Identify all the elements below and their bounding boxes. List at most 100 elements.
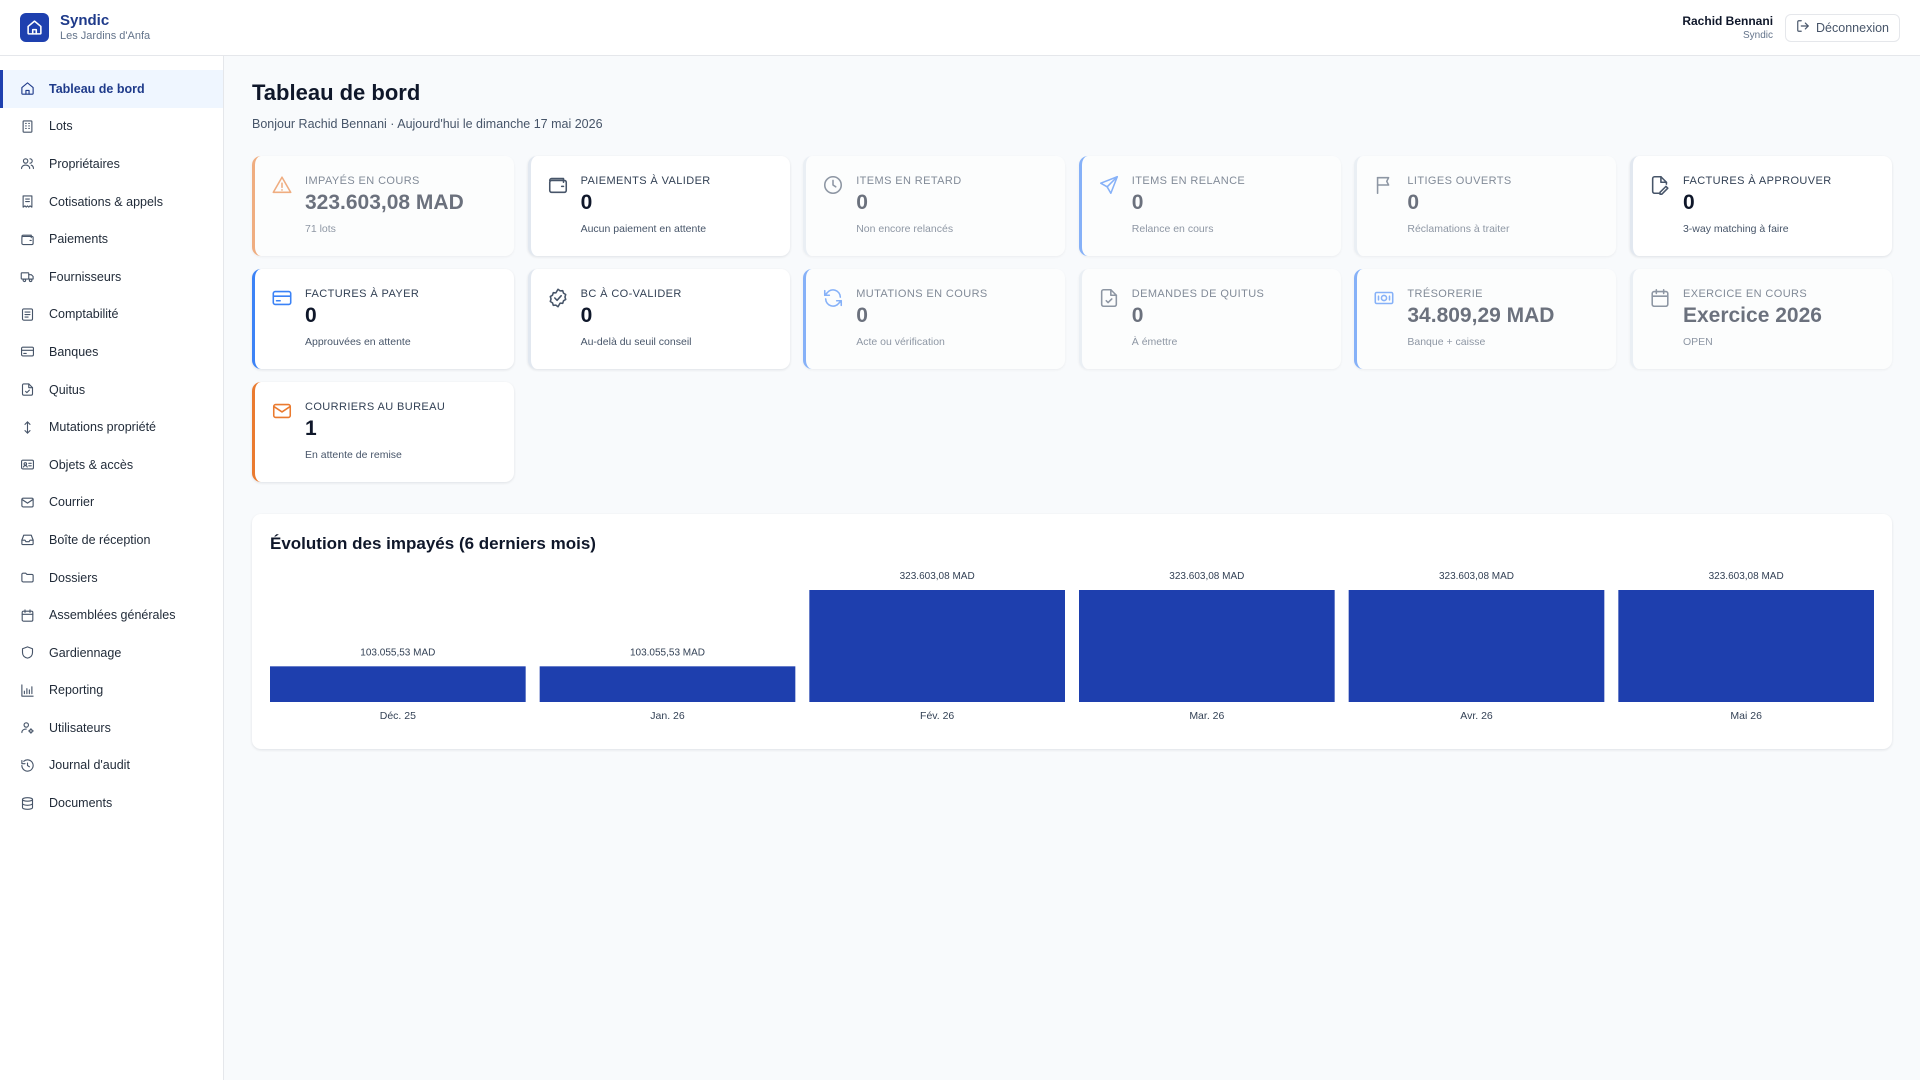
- kpi-card[interactable]: Demandes de quitus 0 À émettre: [1078, 269, 1341, 369]
- calendar-icon: [20, 608, 35, 623]
- logout-button[interactable]: Déconnexion: [1785, 13, 1900, 42]
- kpi-card-label: Courriers au bureau: [305, 401, 446, 413]
- kpi-card-hint: OPEN: [1682, 336, 1713, 348]
- receipt-icon: [20, 194, 35, 209]
- brand-subtitle: Les Jardins d'Anfa: [60, 30, 151, 42]
- kpi-card-value: 0: [856, 304, 868, 327]
- chart-category-label: Mai 26: [1730, 710, 1762, 722]
- sidebar-item-reporting[interactable]: Reporting: [0, 672, 223, 710]
- kpi-card-label: Items en relance: [1131, 175, 1246, 187]
- kpi-card-value: 0: [1682, 191, 1695, 214]
- chart-bar[interactable]: [1079, 590, 1335, 702]
- sidebar-item-mutations-propriete[interactable]: Mutations propriété: [0, 408, 223, 446]
- kpi-card[interactable]: Items en relance 0 Relance en cours: [1078, 156, 1341, 256]
- sidebar-item-lots[interactable]: Lots: [0, 108, 223, 146]
- folder-icon: [20, 570, 35, 585]
- sidebar-item-label: Quitus: [49, 382, 86, 397]
- kpi-card[interactable]: Litiges ouverts 0 Réclamations à traiter: [1354, 156, 1617, 256]
- mail-icon: [271, 400, 293, 422]
- file-check-icon: [20, 382, 35, 397]
- sidebar-item-proprietaires[interactable]: Propriétaires: [0, 145, 223, 183]
- kpi-card-label: Factures à approuver: [1682, 175, 1832, 187]
- kpi-card-hint: Acte ou vérification: [856, 336, 945, 348]
- sidebar-item-paiements[interactable]: Paiements: [0, 220, 223, 258]
- sidebar-item-tableau-de-bord[interactable]: Tableau de bord: [0, 70, 223, 108]
- sidebar-item-gardiennage[interactable]: Gardiennage: [0, 634, 223, 672]
- chart-value-label: 323.603,08 MAD: [1709, 571, 1784, 582]
- sidebar-item-banques[interactable]: Banques: [0, 333, 223, 371]
- kpi-card[interactable]: Factures à approuver 0 3-way matching à fa…: [1629, 156, 1892, 256]
- chart-bar[interactable]: [270, 666, 526, 702]
- sidebar-item-dossiers[interactable]: Dossiers: [0, 559, 223, 597]
- sidebar-item-label: Dossiers: [49, 570, 98, 585]
- chart-bar[interactable]: [539, 666, 796, 702]
- kpi-card-label: Demandes de quitus: [1131, 288, 1265, 300]
- sidebar-item-utilisateurs[interactable]: Utilisateurs: [0, 709, 223, 747]
- kpi-card-hint: 71 lots: [305, 223, 336, 235]
- shield-icon: [20, 645, 35, 660]
- kpi-card-label: BC à co-valider: [580, 288, 682, 300]
- sidebar-item-label: Lots: [49, 119, 73, 134]
- unpaid-chart-panel: Évolution des impayés (6 derniers mois) …: [252, 514, 1892, 749]
- chart-category-label: Déc. 25: [380, 710, 416, 722]
- kpi-card-hint: À émettre: [1131, 336, 1178, 348]
- clock-icon: [822, 174, 844, 196]
- kpi-card[interactable]: Exercice en cours Exercice 2026 OPEN: [1629, 269, 1892, 369]
- sidebar-item-cotisations-appels[interactable]: Cotisations & appels: [0, 183, 223, 221]
- kpi-card[interactable]: Paiements à valider 0 Aucun paiement en at…: [527, 156, 790, 256]
- kpi-card-hint: En attente de remise: [305, 449, 402, 461]
- kpi-card-value: 0: [305, 304, 317, 327]
- kpi-card-label: Items en retard: [856, 175, 962, 187]
- kpi-card-value: 0: [856, 191, 868, 214]
- sidebar-item-quitus[interactable]: Quitus: [0, 371, 223, 409]
- kpi-card[interactable]: Impayés en cours 323.603,08 MAD 71 lots: [252, 156, 514, 256]
- kpi-card[interactable]: Mutations en cours 0 Acte ou vérification: [803, 269, 1066, 369]
- chart-bar[interactable]: [809, 590, 1065, 702]
- sidebar-item-label: Fournisseurs: [49, 269, 122, 284]
- kpi-card-hint: Au-delà du seuil conseil: [580, 336, 692, 348]
- sidebar-item-label: Reporting: [49, 683, 104, 698]
- calendar-icon: [1649, 287, 1671, 309]
- user-info: Rachid Bennani Syndic: [1682, 14, 1773, 42]
- sidebar-item-comptabilite[interactable]: Comptabilité: [0, 296, 223, 334]
- kpi-card-label: Mutations en cours: [856, 288, 988, 300]
- file-check-icon: [1098, 287, 1120, 309]
- brand-name: Syndic: [60, 12, 110, 29]
- sidebar-item-label: Comptabilité: [49, 307, 119, 322]
- sidebar-item-boite-de-reception[interactable]: Boîte de réception: [0, 521, 223, 559]
- sidebar-item-courrier[interactable]: Courrier: [0, 484, 223, 522]
- kpi-card-hint: Relance en cours: [1131, 223, 1214, 235]
- sidebar-nav: Tableau de bord Lots Propriétaires Cotisati…: [0, 56, 224, 1080]
- arrows-vertical-icon: [20, 420, 35, 435]
- kpi-card-value: 0: [1131, 304, 1144, 327]
- logout-label: Déconnexion: [1816, 20, 1889, 35]
- kpi-card[interactable]: BC à co-valider 0 Au-delà du seuil conseil: [527, 269, 790, 369]
- kpi-card[interactable]: Factures à payer 0 Approuvées en attente: [252, 269, 514, 369]
- top-header: Syndic Les Jardins d'Anfa Rachid Bennani…: [0, 0, 1920, 56]
- kpi-card-label: Litiges ouverts: [1407, 175, 1512, 187]
- user-role: Syndic: [1743, 29, 1774, 41]
- kpi-card-label: Factures à payer: [305, 288, 420, 300]
- kpi-card[interactable]: Courriers au bureau 1 En attente de remise: [252, 382, 514, 482]
- page-title: Tableau de bord: [252, 80, 421, 105]
- database-icon: [20, 796, 35, 811]
- kpi-card[interactable]: Trésorerie 34.809,29 MAD Banque + caisse: [1354, 269, 1617, 369]
- sidebar-item-journal-d-audit[interactable]: Journal d'audit: [0, 747, 223, 785]
- kpi-card-value: 0: [580, 191, 593, 214]
- chart-value-label: 323.603,08 MAD: [900, 571, 975, 582]
- kpi-card[interactable]: Items en retard 0 Non encore relancés: [803, 156, 1066, 256]
- sidebar-item-documents[interactable]: Documents: [0, 784, 223, 822]
- sidebar-item-fournisseurs[interactable]: Fournisseurs: [0, 258, 223, 296]
- kpi-card-hint: Non encore relancés: [856, 223, 954, 235]
- chart-category-label: Avr. 26: [1460, 710, 1493, 722]
- credit-card-icon: [20, 344, 35, 359]
- chart-bar[interactable]: [1348, 590, 1605, 702]
- kpi-card-value: 323.603,08 MAD: [305, 191, 464, 214]
- sidebar-item-label: Mutations propriété: [49, 420, 157, 435]
- sidebar-item-objets-acces[interactable]: Objets & accès: [0, 446, 223, 484]
- sidebar-item-assemblees-generales[interactable]: Assemblées générales: [0, 596, 223, 634]
- chart-bar[interactable]: [1618, 590, 1874, 702]
- kpi-card-label: Impayés en cours: [305, 175, 420, 187]
- id-card-icon: [20, 457, 35, 472]
- brand[interactable]: Syndic Les Jardins d'Anfa: [20, 12, 150, 43]
